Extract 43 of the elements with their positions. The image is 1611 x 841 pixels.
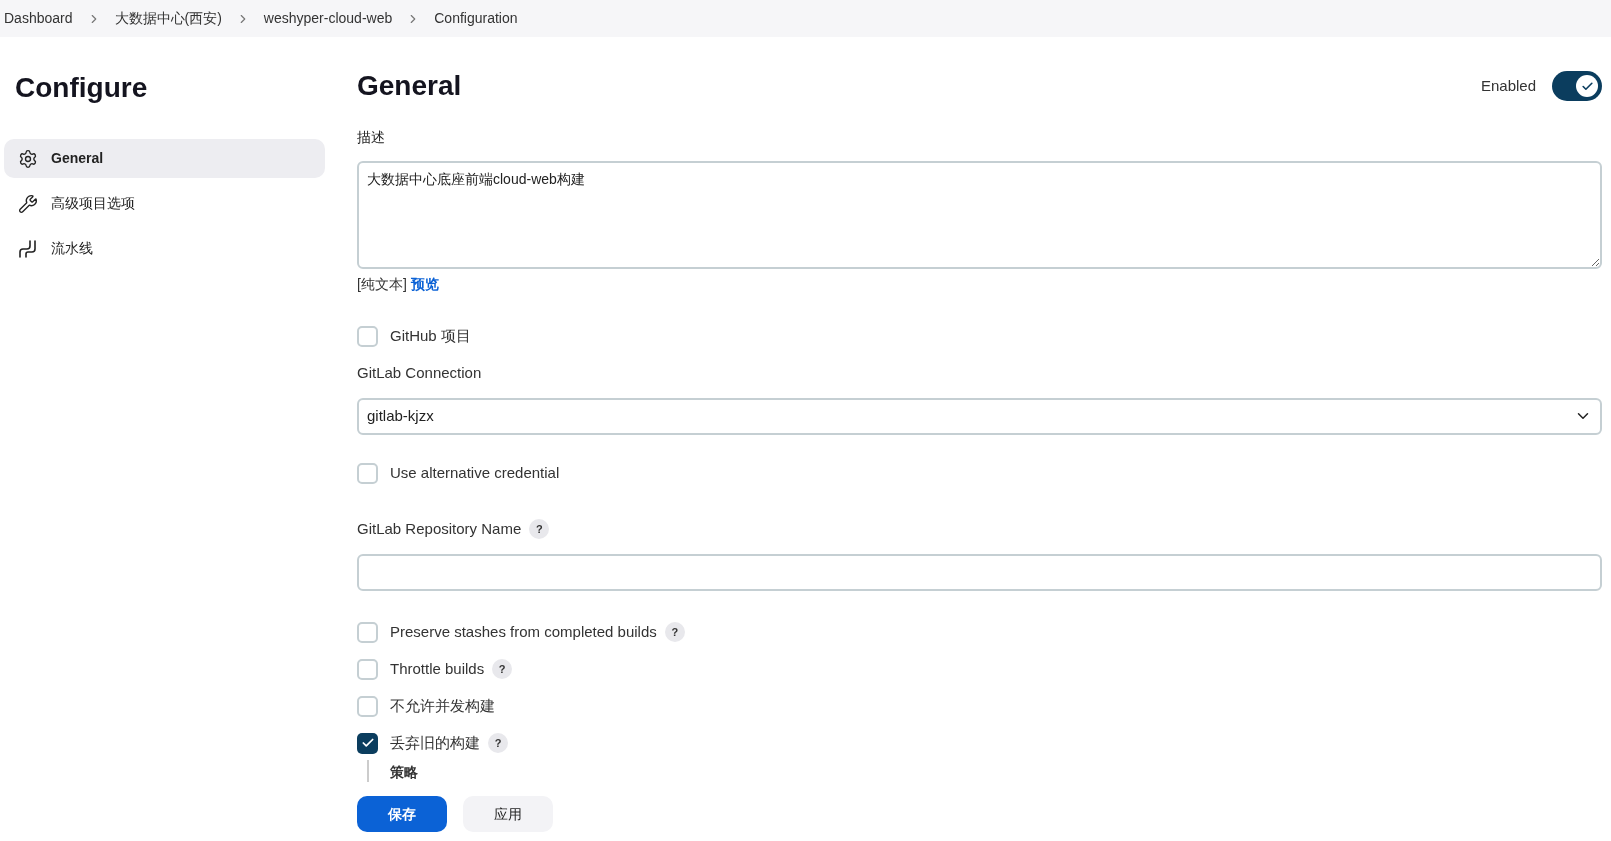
sidebar-item[interactable]: 流水线 — [4, 229, 325, 268]
help-button[interactable]: ? — [529, 518, 550, 539]
checkbox[interactable] — [357, 325, 378, 347]
checkbox[interactable] — [357, 463, 378, 484]
connection-select[interactable]: gitlab-kjzx — [357, 397, 1602, 435]
sidebar-item[interactable]: General — [4, 139, 325, 178]
apply-button[interactable]: 应用 — [463, 796, 553, 832]
checkbox-label: GitHub 项目 — [390, 325, 471, 346]
check-icon — [360, 736, 375, 750]
strategy-label: 策略 — [390, 764, 418, 780]
help-button[interactable]: ? — [488, 733, 508, 753]
help-button[interactable]: ? — [492, 659, 513, 679]
breadcrumb-link[interactable]: Configuration — [434, 8, 518, 29]
checkbox[interactable] — [357, 732, 378, 754]
breadcrumb-link[interactable]: 大数据中心(西安) — [114, 8, 222, 29]
breadcrumb-link[interactable]: weshyper-cloud-web — [263, 8, 393, 29]
format-label: [纯文本] — [357, 276, 407, 292]
checkbox-label: 丢弃旧的构建 — [390, 732, 480, 753]
checkbox-label: Preserve stashes from completed builds — [390, 621, 657, 642]
checkbox-label: Throttle builds — [390, 658, 485, 679]
sidebar-item[interactable]: 高级项目选项 — [4, 184, 325, 223]
repository-name-field[interactable] — [357, 554, 1602, 591]
sidebar-title: Configure — [15, 71, 149, 105]
field-label: GitLab Connection — [357, 363, 483, 383]
checkbox-label: Use alternative credential — [390, 463, 560, 484]
breadcrumb-link[interactable]: Dashboard — [4, 8, 73, 29]
enabled-label: Enabled — [1480, 75, 1536, 96]
field-label: GitLab Repository Name — [357, 518, 522, 539]
checkbox[interactable] — [357, 658, 378, 680]
field-label: 描述 — [357, 128, 386, 147]
help-button[interactable]: ? — [664, 622, 685, 642]
description-field[interactable]: 大数据中心底座前端cloud-web构建 — [357, 161, 1602, 269]
settings-icon — [18, 148, 38, 169]
checkbox-label: 不允许并发构建 — [390, 695, 495, 716]
wrench-icon — [18, 193, 38, 214]
section-title: General — [357, 69, 462, 103]
checkbox[interactable] — [357, 695, 378, 717]
save-button[interactable]: 保存 — [357, 796, 447, 832]
pipeline-icon — [18, 238, 38, 259]
check-icon — [1580, 79, 1594, 93]
enabled-toggle[interactable] — [1552, 71, 1602, 101]
checkbox[interactable] — [357, 621, 378, 643]
preview-link[interactable]: 预览 — [410, 276, 439, 292]
